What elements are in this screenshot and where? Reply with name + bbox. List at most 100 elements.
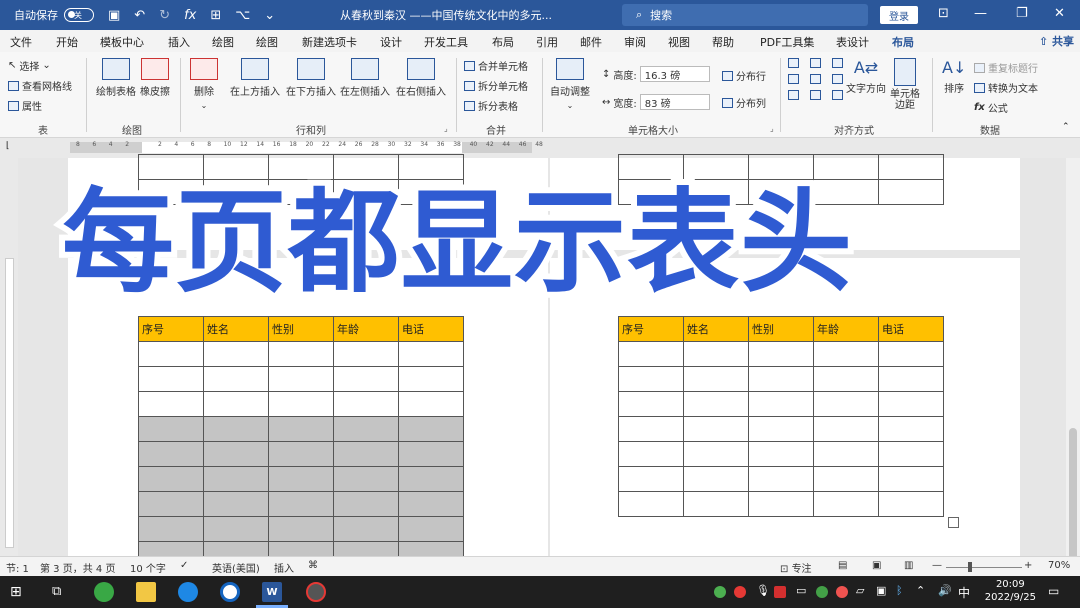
- tab-view[interactable]: 视图: [668, 34, 690, 50]
- status-words[interactable]: 10 个字: [130, 560, 166, 575]
- tab-draw-1[interactable]: 绘图: [212, 34, 234, 50]
- align-bottom-left-icon[interactable]: [788, 90, 799, 100]
- zoom-out-icon[interactable]: —: [932, 560, 942, 571]
- header-cell[interactable]: 电话: [398, 316, 464, 342]
- header-cell[interactable]: 性别: [748, 316, 814, 342]
- table-cell[interactable]: [683, 441, 749, 467]
- table-cell[interactable]: [813, 466, 879, 492]
- align-top-right-icon[interactable]: [832, 58, 843, 68]
- table-cell[interactable]: [748, 391, 814, 417]
- header-cell[interactable]: 电话: [878, 316, 944, 342]
- table-cell[interactable]: [813, 416, 879, 442]
- focus-button[interactable]: ⊡ 专注: [780, 560, 812, 575]
- table-cell[interactable]: [813, 366, 879, 392]
- autofit-button[interactable]: 自动调整 ⌄: [550, 58, 590, 110]
- tray-display-icon[interactable]: ▣: [876, 584, 886, 597]
- table-cell[interactable]: [138, 341, 204, 367]
- tab-review[interactable]: 审阅: [624, 34, 646, 50]
- recorder-icon[interactable]: [306, 582, 326, 602]
- qat-more-icon[interactable]: ⌄: [264, 8, 275, 23]
- table-cell[interactable]: [398, 516, 464, 542]
- table-cell[interactable]: [398, 441, 464, 467]
- repeat-header-button[interactable]: 重复标题行: [974, 60, 1038, 75]
- table-cell[interactable]: [333, 416, 399, 442]
- table-cell[interactable]: [333, 466, 399, 492]
- table-cell[interactable]: [618, 466, 684, 492]
- table-cell[interactable]: [618, 416, 684, 442]
- convert-to-text-button[interactable]: 转换为文本: [974, 80, 1038, 95]
- table-cell[interactable]: [333, 516, 399, 542]
- zoom-slider[interactable]: [946, 567, 1022, 568]
- align-middle-center-icon[interactable]: [810, 74, 821, 84]
- table-cell[interactable]: [878, 441, 944, 467]
- bluetooth-icon[interactable]: ᛒ: [896, 584, 903, 597]
- table-cell[interactable]: [268, 491, 334, 517]
- table-cell[interactable]: [138, 491, 204, 517]
- table-cell[interactable]: [268, 441, 334, 467]
- zoom-slider-thumb[interactable]: [968, 562, 972, 572]
- view-gridlines-button[interactable]: 查看网格线: [8, 78, 72, 93]
- tab-help[interactable]: 帮助: [712, 34, 734, 50]
- table-cell[interactable]: [268, 391, 334, 417]
- insert-right-button[interactable]: 在右侧插入: [396, 58, 446, 98]
- restore-icon[interactable]: ❐: [1016, 6, 1028, 21]
- header-cell[interactable]: 年龄: [813, 316, 879, 342]
- table-cell[interactable]: [878, 391, 944, 417]
- table-cell[interactable]: [813, 441, 879, 467]
- file-explorer-icon[interactable]: [136, 582, 156, 602]
- minimize-icon[interactable]: —: [974, 6, 987, 21]
- table-cell[interactable]: [138, 516, 204, 542]
- table-cell[interactable]: [268, 516, 334, 542]
- table-cell[interactable]: [398, 416, 464, 442]
- table-cell[interactable]: [683, 341, 749, 367]
- table-cell[interactable]: [138, 391, 204, 417]
- table-cell[interactable]: [618, 441, 684, 467]
- table-insert-icon[interactable]: ⊞: [210, 8, 221, 23]
- text-direction-button[interactable]: A⇄ 文字方向: [846, 58, 886, 95]
- table-cell[interactable]: [333, 491, 399, 517]
- data-table-left[interactable]: 序号 姓名 性别 年龄 电话: [138, 316, 464, 567]
- table-cell[interactable]: [618, 366, 684, 392]
- split-cells-button[interactable]: 拆分单元格: [464, 78, 528, 93]
- notification-icon[interactable]: ▭: [1048, 584, 1059, 598]
- properties-button[interactable]: 属性: [8, 98, 42, 113]
- table-cell[interactable]: [878, 366, 944, 392]
- tab-developer[interactable]: 开发工具: [424, 34, 468, 50]
- table-cell[interactable]: [748, 416, 814, 442]
- status-section[interactable]: 节: 1: [6, 560, 29, 575]
- table-cell[interactable]: [878, 416, 944, 442]
- web-layout-icon[interactable]: ▥: [904, 560, 913, 571]
- tab-insert[interactable]: 插入: [168, 34, 190, 50]
- read-mode-icon[interactable]: ▤: [838, 560, 847, 571]
- tray-monitor-icon[interactable]: ▭: [796, 584, 806, 597]
- tab-pdf-tools[interactable]: PDF工具集: [760, 34, 814, 50]
- app-icon[interactable]: [220, 582, 240, 602]
- tab-file[interactable]: 文件: [10, 34, 32, 50]
- table-cell[interactable]: [203, 491, 269, 517]
- draw-table-button[interactable]: 绘制表格: [96, 58, 136, 98]
- undo-icon[interactable]: ↶: [134, 8, 145, 23]
- table-cell[interactable]: [683, 466, 749, 492]
- table-cell[interactable]: [748, 366, 814, 392]
- browser-360-icon[interactable]: [94, 582, 114, 602]
- tab-layout[interactable]: 布局: [492, 34, 514, 50]
- table-cell[interactable]: [683, 416, 749, 442]
- align-bottom-right-icon[interactable]: [832, 90, 843, 100]
- zoom-level[interactable]: 70%: [1048, 560, 1070, 571]
- table-cell[interactable]: [813, 391, 879, 417]
- table-cell[interactable]: [203, 441, 269, 467]
- tab-design[interactable]: 设计: [380, 34, 402, 50]
- table-cell[interactable]: [878, 466, 944, 492]
- tab-draw-2[interactable]: 绘图: [256, 34, 278, 50]
- distribute-cols-button[interactable]: 分布列: [722, 95, 766, 110]
- header-cell[interactable]: 姓名: [203, 316, 269, 342]
- windows-start-icon[interactable]: ⊞: [10, 584, 22, 600]
- status-language[interactable]: 英语(美国): [212, 560, 260, 575]
- tray-red-icon[interactable]: [836, 586, 848, 598]
- table-cell[interactable]: [203, 341, 269, 367]
- dialog-launcher-icon[interactable]: ⌟: [770, 124, 774, 133]
- tab-new-tab[interactable]: 新建选项卡: [302, 34, 357, 50]
- redo-icon[interactable]: ↻: [159, 8, 170, 23]
- vertical-scrollbar[interactable]: [1066, 158, 1080, 588]
- table-cell[interactable]: [748, 441, 814, 467]
